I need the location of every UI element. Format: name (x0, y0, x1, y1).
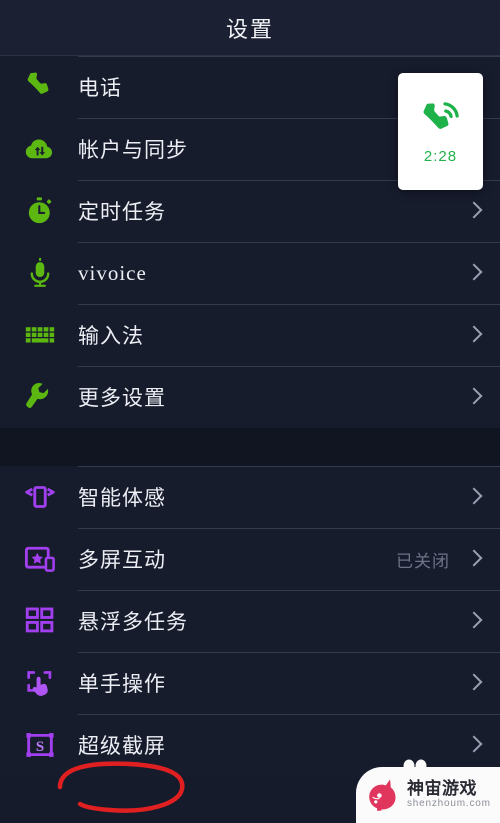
row-vivoice[interactable]: vivoice (0, 242, 500, 304)
row-label: 电话 (78, 76, 122, 100)
multitask-grid-icon (18, 599, 62, 643)
row-label: 更多设置 (78, 386, 166, 410)
row-one-hand-mode[interactable]: 单手操作 (0, 652, 500, 714)
microphone-icon (18, 251, 62, 295)
row-label: 悬浮多任务 (78, 610, 188, 634)
one-hand-icon (18, 661, 62, 705)
row-input-method[interactable]: 输入法 (0, 304, 500, 366)
chevron-right-icon (466, 610, 482, 632)
motion-sense-icon (18, 475, 62, 519)
super-screenshot-icon: S (18, 723, 62, 767)
ongoing-call-card[interactable]: 2:28 (398, 73, 483, 190)
chevron-right-icon (466, 200, 482, 222)
settings-group-features: 智能体感 多屏互动 已关闭 悬浮多任务 单手操作 S 超级截屏 (0, 466, 500, 776)
wrench-icon (18, 375, 62, 419)
row-label: 单手操作 (78, 672, 166, 696)
row-label: 智能体感 (78, 486, 166, 510)
row-multiscreen[interactable]: 多屏互动 已关闭 (0, 528, 500, 590)
chevron-right-icon (466, 548, 482, 570)
unicorn-logo (369, 779, 396, 811)
row-label: 多屏互动 (78, 548, 166, 572)
phone-icon (18, 65, 62, 109)
site-watermark: 神宙游戏 shenzhoum.com (356, 759, 500, 823)
watermark-subtitle: shenzhoum.com (407, 798, 491, 810)
row-value-status: 已关闭 (396, 551, 450, 571)
row-floating-multitask[interactable]: 悬浮多任务 (0, 590, 500, 652)
watermark-text: 神宙游戏 shenzhoum.com (407, 780, 491, 809)
chevron-right-icon (466, 262, 482, 284)
phone-call-icon (423, 102, 459, 129)
app-header: 设置 (0, 0, 500, 56)
row-label: 超级截屏 (78, 734, 166, 758)
row-label: vivoice (78, 260, 147, 285)
call-duration: 2:28 (423, 148, 458, 165)
keyboard-icon (18, 313, 62, 357)
watermark-title: 神宙游戏 (407, 779, 477, 799)
chevron-right-icon (466, 324, 482, 346)
row-label: 输入法 (78, 324, 144, 348)
row-more-settings[interactable]: 更多设置 (0, 366, 500, 428)
row-label: 帐户与同步 (78, 138, 188, 162)
chevron-right-icon (466, 734, 482, 756)
multiscreen-icon (18, 537, 62, 581)
cloud-sync-icon (18, 127, 62, 171)
settings-screen: 设置 电话 帐户与同步 定时任务 vivoice 输入法 更多设置 智能体感 多… (0, 0, 500, 823)
row-motion-sense[interactable]: 智能体感 (0, 466, 500, 528)
section-divider (0, 428, 500, 466)
chevron-right-icon (466, 486, 482, 508)
chevron-right-icon (466, 386, 482, 408)
stopwatch-icon (18, 189, 62, 233)
unicorn-ears-icon (403, 759, 427, 770)
svg-text:S: S (36, 739, 44, 755)
row-label: 定时任务 (78, 200, 166, 224)
chevron-right-icon (466, 672, 482, 694)
page-title: 设置 (225, 16, 274, 42)
